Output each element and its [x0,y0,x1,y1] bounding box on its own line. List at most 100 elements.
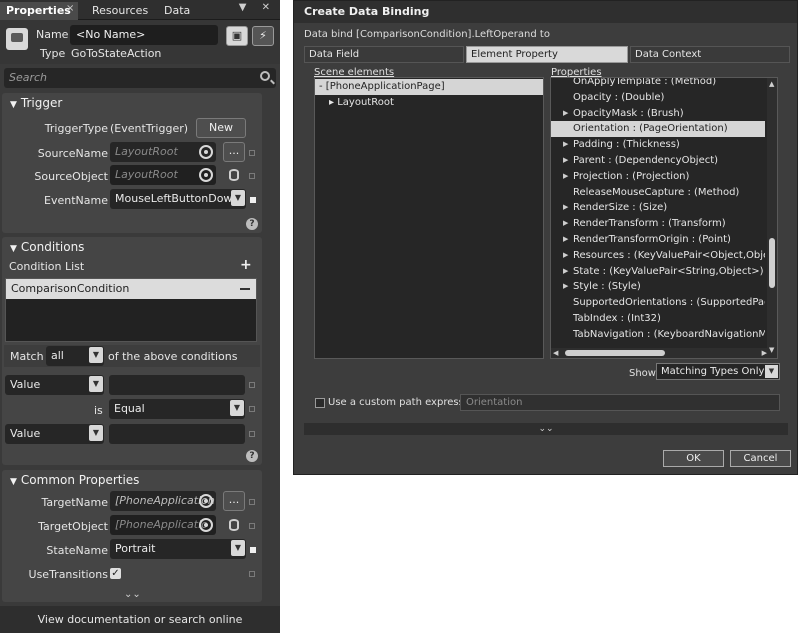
left-operand-field[interactable] [109,375,245,395]
search-icon[interactable] [260,71,270,81]
scroll-right-icon[interactable]: ▶ [762,349,767,357]
tab-data-field[interactable]: Data Field [304,46,464,63]
tab-data-context[interactable]: Data Context [630,46,790,63]
data-binding-icon[interactable] [229,519,239,531]
chevron-down-icon[interactable]: ▼ [231,190,245,206]
scroll-down-icon[interactable]: ▼ [769,346,774,354]
advanced-options-marker[interactable] [249,382,255,388]
property-item[interactable]: ▶ Resources : (KeyValuePair<Object,Object… [551,248,765,264]
properties-horizontal-scrollbar[interactable]: ◀ ▶ [551,348,769,358]
property-item[interactable]: ReleaseMouseCapture : (Method) [551,185,765,201]
help-icon[interactable]: ? [246,450,258,462]
chevron-down-icon[interactable]: ▼ [89,347,103,363]
advanced-options-marker[interactable] [249,150,255,156]
view-documentation-link[interactable]: View documentation [38,613,151,626]
close-icon[interactable]: × [66,3,74,14]
expand-more-icon[interactable]: ⌄⌄ [124,589,141,600]
chevron-down-icon[interactable]: ▼ [89,376,103,392]
property-item[interactable]: Opacity : (Double) [551,90,765,106]
property-item[interactable]: ▶ Projection : (Projection) [551,169,765,185]
properties-vertical-scrollbar[interactable]: ▲ ▼ [767,78,777,358]
right-operand-field[interactable] [109,424,245,444]
property-item[interactable]: OnApplyTemplate : (Method) [551,78,765,90]
property-item[interactable]: ▶ RenderTransform : (Transform) [551,216,765,232]
dialog-expander-bar[interactable]: ⌄⌄ [304,423,788,435]
advanced-options-marker[interactable] [249,571,255,577]
advanced-options-marker[interactable] [249,406,255,412]
scroll-left-icon[interactable]: ◀ [553,349,558,357]
tree-item-layout-root[interactable]: ▸ LayoutRoot [315,95,398,111]
event-name-dropdown[interactable]: MouseLeftButtonDow ▼ [110,189,246,209]
expand-arrow-icon[interactable]: ▶ [563,219,568,227]
properties-list[interactable]: OnApplyTemplate : (Method) Opacity : (Dou… [550,77,778,359]
collapse-arrow-icon[interactable]: ▼ [10,477,17,487]
property-item[interactable]: ▶ State : (KeyValuePair<String,Object>) [551,264,765,280]
advanced-options-marker[interactable] [249,431,255,437]
data-binding-icon[interactable] [229,169,239,181]
condition-list[interactable]: ComparisonCondition [5,278,257,342]
match-dropdown[interactable]: all ▼ [46,346,104,366]
source-name-browse-button[interactable]: ... [223,142,245,162]
operator-dropdown[interactable]: Equal ▼ [109,399,245,419]
trigger-header[interactable]: ▼ Trigger [10,96,62,110]
help-icon[interactable]: ? [246,218,258,230]
property-item[interactable]: SupportedOrientations : (SupportedPageOr… [551,295,765,311]
advanced-options-marker[interactable] [249,499,255,505]
use-transitions-checkbox[interactable]: ✓ [110,568,121,579]
element-picker-icon[interactable] [199,168,213,182]
search-input[interactable]: Search [4,68,276,88]
properties-view-icon[interactable]: ⚡ [252,26,274,46]
element-picker-icon[interactable] [199,145,213,159]
panel-pin-icons[interactable]: ▼ ✕ [239,2,276,13]
expand-arrow-icon[interactable]: ▶ [563,282,568,290]
collapse-arrow-icon[interactable]: ▼ [10,100,17,110]
advanced-options-marker[interactable] [249,523,255,529]
ok-button[interactable]: OK [663,450,724,467]
remove-condition-icon[interactable] [240,288,250,290]
property-item[interactable]: TabNavigation : (KeyboardNavigationMode) [551,327,765,343]
chevron-down-icon[interactable]: ▼ [765,365,778,378]
expand-arrow-icon[interactable]: ▶ [563,251,568,259]
common-properties-header[interactable]: ▼ Common Properties [10,473,139,487]
collapse-arrow-icon[interactable]: ▼ [10,244,17,254]
tree-item-phone-application-page[interactable]: - [PhoneApplicationPage] [315,79,543,95]
scrollbar-thumb[interactable] [565,350,665,356]
element-picker-icon[interactable] [199,494,213,508]
target-name-browse-button[interactable]: ... [223,491,245,511]
state-name-dropdown[interactable]: Portrait ▼ [110,539,246,559]
add-condition-icon[interactable]: + [240,257,252,273]
property-item[interactable]: ▶ Style : (Style) [551,279,765,295]
right-operand-type-dropdown[interactable]: Value ▼ [5,424,104,444]
left-operand-type-dropdown[interactable]: Value ▼ [5,375,104,395]
expand-more-icon[interactable]: ⌄⌄ [538,424,553,434]
list-item[interactable]: ComparisonCondition [6,279,256,299]
expand-arrow-icon[interactable]: ▶ [563,140,568,148]
advanced-options-marker[interactable] [249,173,255,179]
events-view-icon[interactable]: ▣ [226,26,248,46]
name-field[interactable]: <No Name> [70,25,218,45]
chevron-down-icon[interactable]: ▼ [89,425,103,441]
expand-arrow-icon[interactable]: ▶ [563,267,568,275]
advanced-options-marker-set[interactable] [250,547,256,553]
expand-arrow-icon[interactable]: ▶ [563,172,568,180]
custom-path-checkbox[interactable] [315,398,325,408]
property-item[interactable]: Orientation : (PageOrientation) [551,121,765,138]
element-picker-icon[interactable] [199,518,213,532]
expand-arrow-icon[interactable]: ▶ [563,235,568,243]
tab-resources[interactable]: Resources [86,2,154,20]
expand-arrow-icon[interactable]: ▶ [563,203,568,211]
scrollbar-thumb[interactable] [769,238,775,288]
property-item[interactable]: ▶ RenderTransformOrigin : (Point) [551,232,765,248]
property-item[interactable]: TabIndex : (Int32) [551,311,765,327]
property-item[interactable]: ▶ Padding : (Thickness) [551,137,765,153]
chevron-down-icon[interactable]: ▼ [230,400,244,416]
property-item[interactable]: ▶ OpacityMask : (Brush) [551,106,765,122]
tab-data[interactable]: Data [158,2,196,20]
scroll-up-icon[interactable]: ▲ [769,80,774,88]
scene-elements-tree[interactable]: - [PhoneApplicationPage] ▸ LayoutRoot [314,77,544,359]
property-item[interactable]: ▶ RenderSize : (Size) [551,200,765,216]
expand-arrow-icon[interactable]: ▸ [329,97,334,108]
custom-path-input[interactable]: Orientation [460,394,780,411]
search-online-link[interactable]: search online [169,613,243,626]
property-item[interactable]: ▶ Parent : (DependencyObject) [551,153,765,169]
